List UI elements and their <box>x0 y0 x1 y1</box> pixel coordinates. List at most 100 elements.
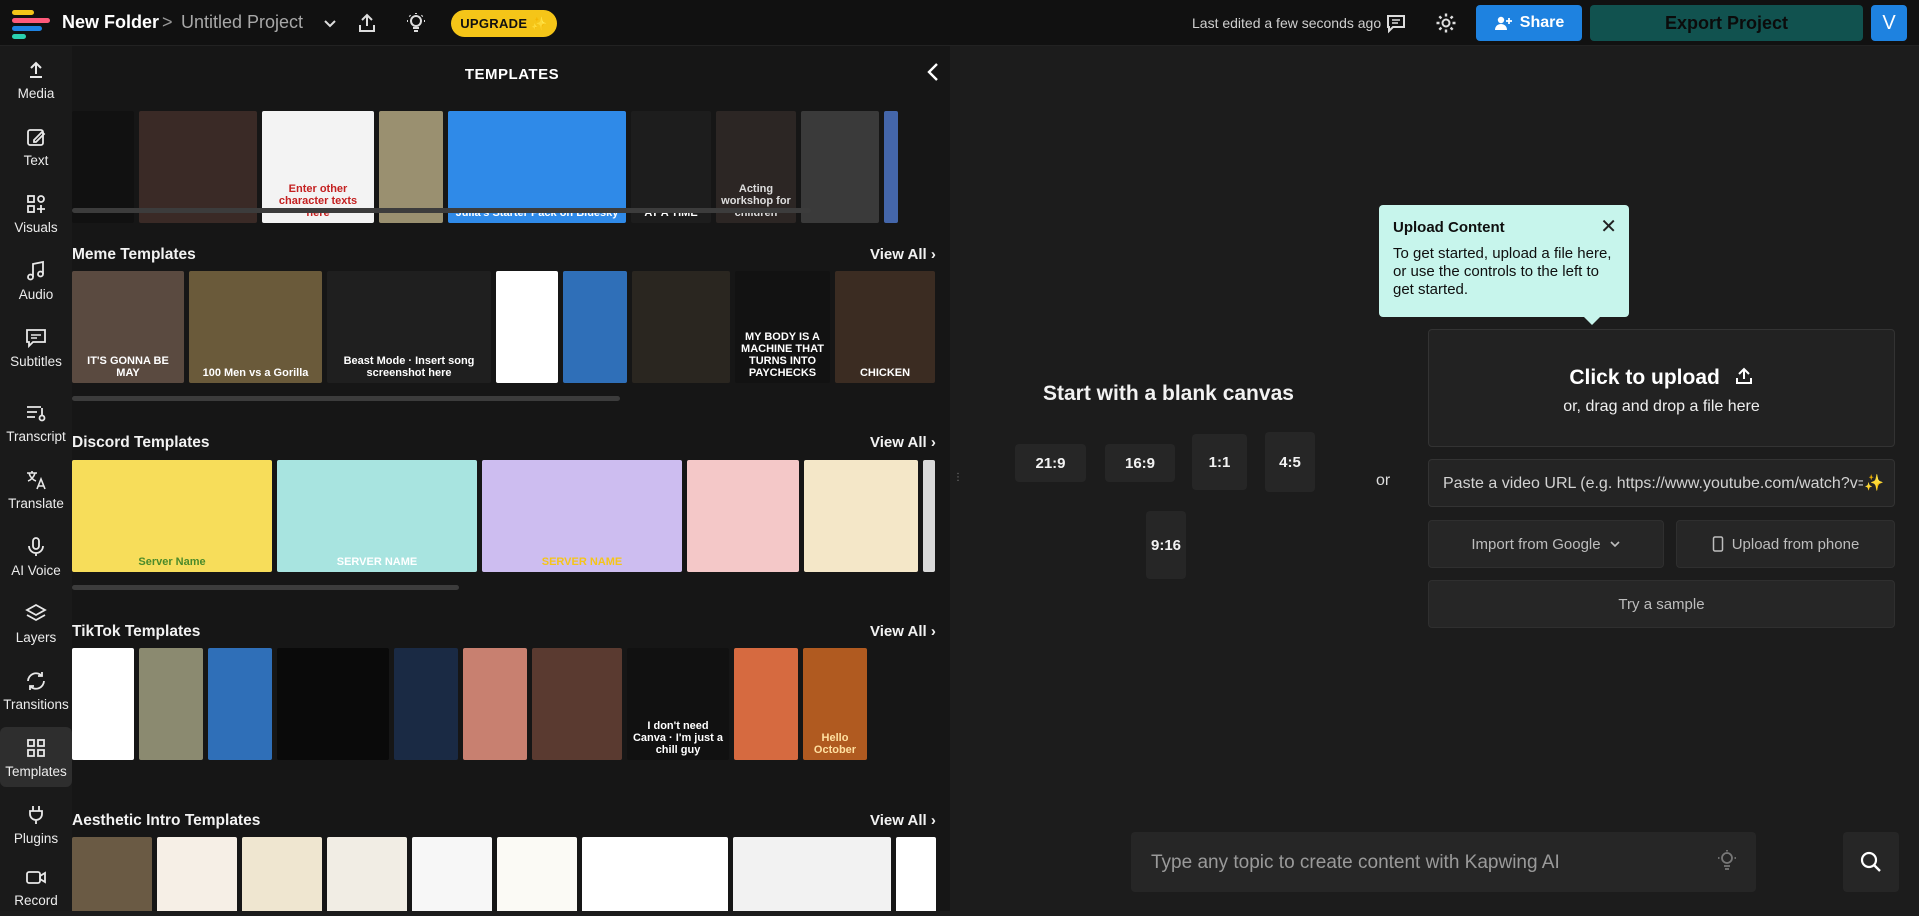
template-thumbnail[interactable]: Server Name <box>72 460 272 572</box>
template-thumbnail[interactable] <box>242 837 322 911</box>
close-icon[interactable]: ✕ <box>1600 214 1617 239</box>
user-avatar[interactable]: V <box>1871 5 1907 41</box>
settings-gear-icon[interactable] <box>1432 9 1460 37</box>
ratio-button-1-1[interactable]: 1:1 <box>1192 434 1247 490</box>
video-url-field[interactable]: ✨ <box>1428 459 1895 507</box>
video-url-input[interactable] <box>1441 460 1865 506</box>
view-all-discord-link[interactable]: View All › <box>870 434 936 451</box>
ai-topic-input[interactable] <box>1149 832 1693 892</box>
template-thumbnail[interactable]: 100 Men vs a Gorilla <box>189 271 322 383</box>
rail-item-transitions[interactable]: Transitions <box>0 660 72 720</box>
view-all-aesthetic-intro-link[interactable]: View All › <box>870 812 936 829</box>
view-all-tiktok-link[interactable]: View All › <box>870 623 936 640</box>
rail-item-audio[interactable]: Audio <box>0 250 72 310</box>
rail-label: Plugins <box>13 830 59 846</box>
rail-label: AI Voice <box>11 562 61 578</box>
template-thumbnail[interactable] <box>734 648 798 760</box>
lightbulb-icon[interactable] <box>1716 849 1738 873</box>
template-thumbnail[interactable]: Julia's Starter Pack on Bluesky <box>448 111 626 223</box>
featured-row-scrollbar[interactable] <box>72 208 811 213</box>
template-thumbnail[interactable]: SERVER NAME <box>482 460 682 572</box>
meme-row-scrollbar[interactable] <box>72 396 620 401</box>
template-thumbnail[interactable]: Beast Mode · Insert song screenshot here <box>327 271 491 383</box>
collapse-panel-chevron-left-icon[interactable] <box>924 60 948 84</box>
drag-handle-icon[interactable]: ⋮ <box>953 472 963 488</box>
template-thumbnail[interactable] <box>687 460 799 572</box>
discord-row-scrollbar[interactable] <box>72 585 459 590</box>
import-google-label: Import from Google <box>1471 535 1601 553</box>
template-thumbnail[interactable]: why cats? <box>157 837 237 911</box>
top-bar: New Folder > Untitled Project UPGRADE ✨ … <box>0 0 1919 46</box>
template-thumbnail[interactable] <box>379 111 443 223</box>
upgrade-button[interactable]: UPGRADE ✨ <box>451 10 557 37</box>
rail-item-plugins[interactable]: Plugins <box>0 794 72 854</box>
upload-title-label: Click to upload <box>1569 366 1720 389</box>
ratio-button-4-5[interactable]: 4:5 <box>1265 432 1315 492</box>
rail-item-translate[interactable]: Translate <box>0 459 72 519</box>
share-export-icon[interactable] <box>353 9 381 37</box>
share-button[interactable]: Share <box>1476 5 1582 41</box>
translate-icon <box>27 470 46 489</box>
template-thumbnail[interactable]: LOVIN' THE RAIN <box>72 837 152 911</box>
template-thumbnail[interactable]: SERVER NAME <box>277 460 477 572</box>
template-thumbnail[interactable] <box>72 648 134 760</box>
section-title-meme: Meme Templates <box>72 246 196 263</box>
import-from-google-button[interactable]: Import from Google <box>1428 520 1664 568</box>
panel-title: TEMPLATES <box>464 66 560 83</box>
try-a-sample-button[interactable]: Try a sample <box>1428 580 1895 628</box>
comments-icon[interactable] <box>1382 9 1410 37</box>
ratio-button-16-9[interactable]: 16:9 <box>1105 444 1175 482</box>
template-thumbnail[interactable] <box>277 648 389 760</box>
chevron-down-icon[interactable] <box>316 9 344 37</box>
rail-item-transcript[interactable]: Transcript <box>0 392 72 452</box>
template-thumbnail[interactable]: Hello October <box>803 648 867 760</box>
ratio-button-21-9[interactable]: 21:9 <box>1015 444 1086 482</box>
export-project-button[interactable]: Export Project <box>1590 5 1863 41</box>
template-thumbnail[interactable] <box>923 460 935 572</box>
template-thumbnail[interactable] <box>632 271 730 383</box>
template-thumbnail[interactable] <box>139 648 203 760</box>
template-thumbnail[interactable] <box>884 111 898 223</box>
template-thumbnail[interactable]: Enter other character texts here <box>262 111 374 223</box>
template-thumbnail[interactable]: Menu <box>497 837 577 911</box>
ratio-button-9-16[interactable]: 9:16 <box>1146 511 1186 579</box>
breadcrumb-folder[interactable]: New Folder <box>62 12 159 33</box>
template-thumbnail[interactable]: I don't need Canva · I'm just a chill gu… <box>627 648 729 760</box>
template-thumbnail[interactable] <box>139 111 257 223</box>
template-thumbnail[interactable] <box>563 271 627 383</box>
rail-item-subtitles[interactable]: Subtitles <box>0 317 72 377</box>
upload-from-phone-button[interactable]: Upload from phone <box>1676 520 1895 568</box>
template-thumbnail[interactable] <box>208 648 272 760</box>
template-thumbnail[interactable]: CHICKEN <box>835 271 935 383</box>
template-thumbnail[interactable] <box>496 271 558 383</box>
template-thumbnail[interactable] <box>804 460 918 572</box>
rail-item-text[interactable]: Text <box>0 116 72 176</box>
template-thumbnail[interactable]: CERTIFICATE OF APPRECIATION <box>582 837 728 911</box>
upload-dropzone[interactable]: Click to upload or, drag and drop a file… <box>1428 329 1895 447</box>
template-thumbnail[interactable]: CERTIFICATE OF APPRECIATION <box>733 837 891 911</box>
template-thumbnail[interactable]: MY BODY IS A MACHINE THAT TURNS INTO PAY… <box>735 271 830 383</box>
view-all-label: View All <box>870 812 927 829</box>
rail-item-visuals[interactable]: Visuals <box>0 183 72 243</box>
template-thumbnail[interactable] <box>896 837 936 911</box>
template-thumbnail[interactable]: AT A TIME <box>631 111 711 223</box>
template-thumbnail[interactable] <box>72 111 134 223</box>
template-thumbnail[interactable]: IT'S GONNA BE MAY <box>72 271 184 383</box>
rail-item-ai-voice[interactable]: AI Voice <box>0 526 72 586</box>
template-thumbnail[interactable] <box>463 648 527 760</box>
rail-item-templates[interactable]: Templates <box>0 727 72 787</box>
template-thumbnail[interactable]: Acting workshop for children <box>716 111 796 223</box>
template-thumbnail[interactable] <box>412 837 492 911</box>
search-button[interactable] <box>1843 832 1899 892</box>
rail-item-record[interactable]: Record <box>0 856 72 916</box>
rail-item-layers[interactable]: Layers <box>0 593 72 653</box>
view-all-meme-link[interactable]: View All › <box>870 246 936 263</box>
template-thumbnail[interactable] <box>801 111 879 223</box>
project-title[interactable]: Untitled Project <box>181 12 303 33</box>
template-thumbnail[interactable] <box>394 648 458 760</box>
template-thumbnail[interactable] <box>532 648 622 760</box>
template-thumbnail[interactable]: Da Mesa <box>327 837 407 911</box>
kapwing-logo-icon[interactable] <box>12 9 50 39</box>
lightbulb-icon[interactable] <box>402 9 430 37</box>
rail-item-media[interactable]: Media <box>0 49 72 109</box>
